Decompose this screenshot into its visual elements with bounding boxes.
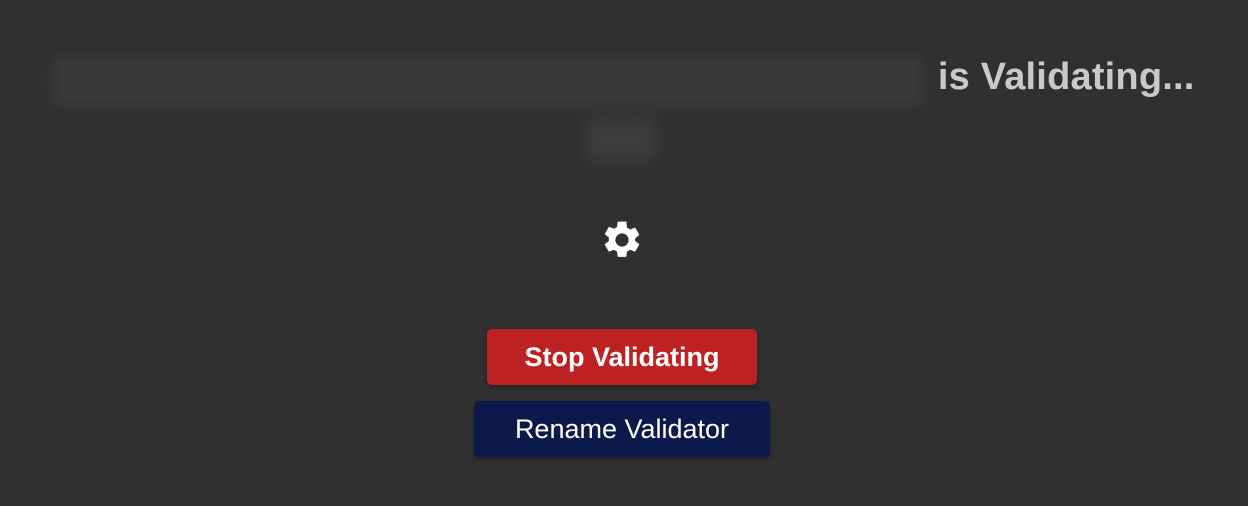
rename-validator-button[interactable]: Rename Validator [474, 401, 770, 457]
redacted-validator-name [53, 56, 924, 106]
validating-status-text: is Validating... [937, 55, 1195, 98]
gear-icon [600, 218, 644, 262]
redacted-validator-name-continued [586, 118, 656, 160]
validator-status-title: is Validating... [0, 56, 1248, 106]
stop-validating-button[interactable]: Stop Validating [487, 329, 757, 385]
validator-status-panel: is Validating... Stop Validating Rename … [0, 0, 1248, 506]
